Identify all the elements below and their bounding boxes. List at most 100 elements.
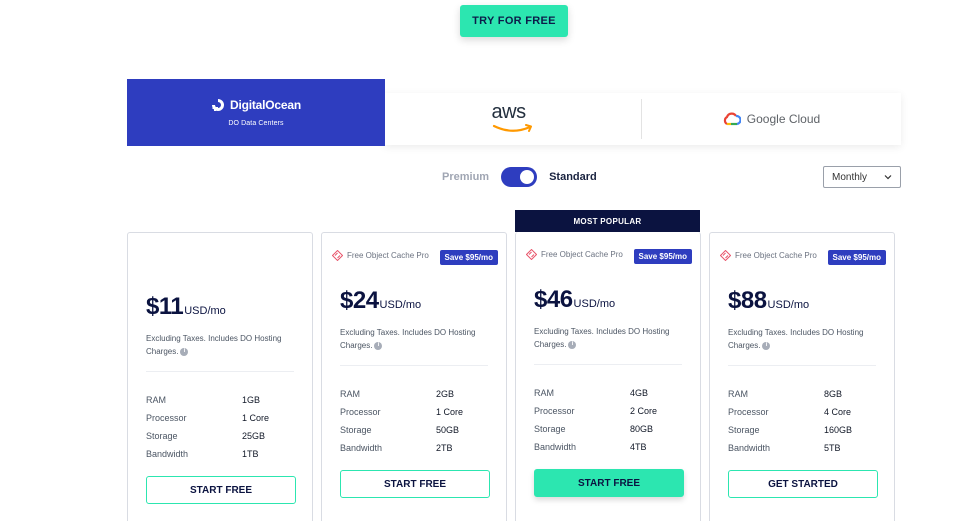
try-for-free-button[interactable]: TRY FOR FREE <box>460 5 568 37</box>
get-started-button[interactable]: GET STARTED <box>728 470 878 498</box>
promo: Free Object Cache Pro <box>526 249 623 260</box>
price-unit: USD/mo <box>379 299 422 311</box>
spec-label: Storage <box>340 425 372 435</box>
price-note: Excluding Taxes. Includes DO Hosting Cha… <box>534 325 684 351</box>
price-amount: $88 <box>728 287 767 314</box>
tab-digitalocean[interactable]: DigitalOcean DO Data Centers <box>127 79 385 146</box>
spec-label: Processor <box>146 413 187 423</box>
save-badge: Save $95/mo <box>633 249 692 264</box>
spec-value: 80GB <box>630 424 654 434</box>
spec-label: Processor <box>728 407 769 417</box>
plan-type-toggle: Premium Standard <box>442 166 597 188</box>
spec-row: Storage 160GB <box>728 425 878 435</box>
spec-label: RAM <box>340 389 360 399</box>
price-note-text: Excluding Taxes. Includes DO Hosting Cha… <box>534 327 670 349</box>
spec-row: Bandwidth 4TB <box>534 442 684 452</box>
spec-row: Storage 50GB <box>340 425 490 435</box>
spec-row: Processor 1 Core <box>146 413 296 423</box>
spec-row: Bandwidth 1TB <box>146 449 296 459</box>
start-free-button[interactable]: START FREE <box>146 476 296 504</box>
price-amount: $46 <box>534 286 573 313</box>
object-cache-icon <box>720 250 731 261</box>
aws-logo: aws <box>491 101 536 135</box>
promo-text: Free Object Cache Pro <box>541 250 623 259</box>
start-free-button[interactable]: START FREE <box>534 469 684 497</box>
standard-label[interactable]: Standard <box>549 171 597 183</box>
start-free-button[interactable]: START FREE <box>340 470 490 498</box>
plan-price: $24 USD/mo <box>340 287 421 315</box>
spec-value: 2TB <box>436 443 453 453</box>
most-popular-banner: MOST POPULAR <box>515 210 700 232</box>
info-icon[interactable]: i <box>374 341 383 350</box>
price-note-text: Excluding Taxes. Includes DO Hosting Cha… <box>146 334 282 356</box>
billing-period-select[interactable]: Monthly <box>823 166 901 188</box>
spec-value: 2GB <box>436 389 455 399</box>
object-cache-icon <box>332 250 343 261</box>
spec-label: Bandwidth <box>146 449 189 459</box>
digitalocean-logo: DigitalOcean <box>211 98 301 112</box>
price-amount: $24 <box>340 287 379 314</box>
spec-row: Storage 80GB <box>534 424 684 434</box>
promo-text: Free Object Cache Pro <box>347 251 429 260</box>
promo: Free Object Cache Pro <box>332 250 429 261</box>
plan-price: $11 USD/mo <box>146 293 226 321</box>
spec-value: 8GB <box>824 389 843 399</box>
info-icon[interactable]: i <box>762 341 771 350</box>
price-unit: USD/mo <box>184 305 226 317</box>
spec-value: 50GB <box>436 425 460 435</box>
tab-aws[interactable]: aws <box>385 93 642 145</box>
spec-row: RAM 2GB <box>340 389 490 399</box>
chevron-down-icon <box>884 175 892 180</box>
spec-row: RAM 4GB <box>534 388 684 398</box>
tab-google-cloud[interactable]: Google Cloud <box>642 93 901 145</box>
spec-row: Bandwidth 2TB <box>340 443 490 453</box>
spec-label: RAM <box>728 389 748 399</box>
spec-value: 4GB <box>630 388 649 398</box>
plan-type-switch[interactable] <box>501 167 538 187</box>
premium-label[interactable]: Premium <box>442 171 489 183</box>
price-note: Excluding Taxes. Includes DO Hosting Cha… <box>340 326 490 352</box>
spec-label: Bandwidth <box>728 443 771 453</box>
spec-label: Processor <box>534 406 575 416</box>
spec-label: Storage <box>146 431 178 441</box>
price-unit: USD/mo <box>767 299 810 311</box>
digitalocean-subtitle: DO Data Centers <box>228 120 284 127</box>
plan-card: $11 USD/mo Excluding Taxes. Includes DO … <box>127 232 313 521</box>
spec-value: 2 Core <box>630 406 658 416</box>
save-badge: Save $95/mo <box>439 250 498 265</box>
divider <box>728 365 876 366</box>
info-icon[interactable]: i <box>568 340 577 349</box>
aws-name: aws <box>491 101 527 123</box>
spec-label: Bandwidth <box>340 443 383 453</box>
spec-label: Processor <box>340 407 381 417</box>
object-cache-icon <box>526 249 537 260</box>
price-note: Excluding Taxes. Includes DO Hosting Cha… <box>728 326 878 352</box>
provider-tabs: DigitalOcean DO Data Centers aws Google … <box>127 79 901 146</box>
aws-smile-icon <box>492 124 532 132</box>
info-icon[interactable]: i <box>180 347 189 356</box>
plan-card: Free Object Cache Pro Save $95/mo $88 US… <box>709 232 895 521</box>
spec-value: 5TB <box>824 443 841 453</box>
spec-row: Storage 25GB <box>146 431 296 441</box>
plan-price: $46 USD/mo <box>534 286 615 314</box>
divider <box>340 365 488 366</box>
plan-price: $88 USD/mo <box>728 287 809 315</box>
spec-label: Bandwidth <box>534 442 577 452</box>
spec-row: RAM 8GB <box>728 389 878 399</box>
divider <box>534 364 682 365</box>
digitalocean-icon <box>212 99 225 111</box>
spec-value: 4 Core <box>824 407 852 417</box>
save-badge: Save $95/mo <box>827 250 886 265</box>
spec-row: Bandwidth 5TB <box>728 443 878 453</box>
price-note: Excluding Taxes. Includes DO Hosting Cha… <box>146 332 296 358</box>
promo-text: Free Object Cache Pro <box>735 251 817 260</box>
billing-period-value: Monthly <box>832 171 868 183</box>
spec-row: Processor 4 Core <box>728 407 878 417</box>
spec-value: 4TB <box>630 442 647 452</box>
spec-value: 1 Core <box>436 407 464 417</box>
price-note-text: Excluding Taxes. Includes DO Hosting Cha… <box>340 328 476 350</box>
spec-row: Processor 2 Core <box>534 406 684 416</box>
price-amount: $11 <box>146 293 184 320</box>
plan-card-popular: Free Object Cache Pro Save $95/mo $46 US… <box>515 232 701 521</box>
spec-value: 160GB <box>824 425 853 435</box>
